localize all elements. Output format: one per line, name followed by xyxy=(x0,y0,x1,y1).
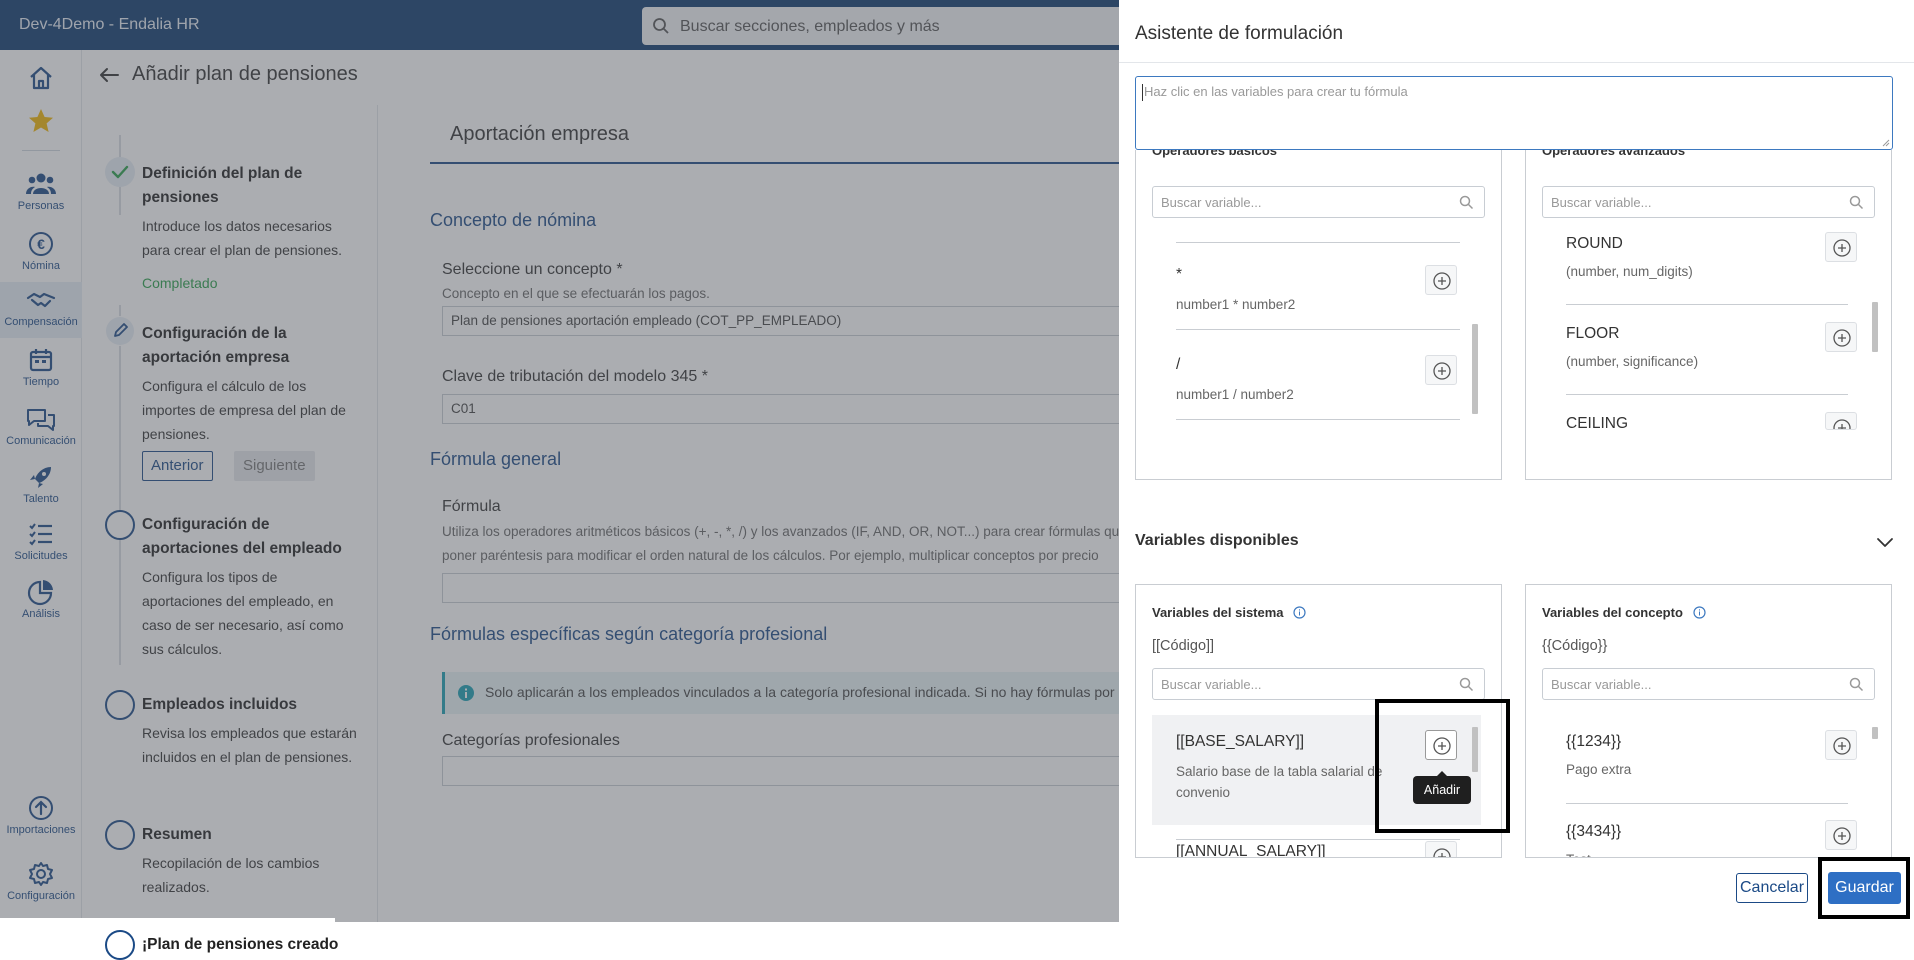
add-operator-button[interactable] xyxy=(1825,322,1857,352)
item-divider xyxy=(1176,419,1460,420)
scrollbar-thumb[interactable] xyxy=(1872,302,1878,352)
search-icon xyxy=(1459,677,1474,692)
chevron-down-icon[interactable] xyxy=(1875,532,1895,552)
variable-name: [[BASE_SALARY]] xyxy=(1176,733,1305,750)
item-divider xyxy=(1566,394,1848,395)
step-circle xyxy=(105,930,135,960)
formula-placeholder: Haz clic en las variables para crear tu … xyxy=(1144,84,1408,99)
bottom-edge xyxy=(0,918,335,922)
operator-desc: (number, significance) xyxy=(1566,354,1699,369)
advanced-operators-card: Operadores avanzados Buscar variable... … xyxy=(1525,150,1892,480)
search-icon xyxy=(1849,677,1864,692)
scrollbar[interactable] xyxy=(1472,236,1478,416)
search-placeholder: Buscar variable... xyxy=(1161,195,1262,210)
concept-variables-title-text: Variables del concepto xyxy=(1542,605,1683,620)
operator-name: ROUND xyxy=(1566,235,1623,252)
variable-name: {{1234}} xyxy=(1566,733,1622,750)
search-placeholder: Buscar variable... xyxy=(1551,195,1652,210)
variable-desc: Test xyxy=(1566,849,1786,857)
plus-circle-icon xyxy=(1833,827,1851,845)
operator-name: / xyxy=(1176,356,1181,373)
drawer-header-divider xyxy=(1119,62,1914,63)
item-divider xyxy=(1176,242,1460,243)
search-placeholder: Buscar variable... xyxy=(1551,677,1652,692)
search-placeholder: Buscar variable... xyxy=(1161,677,1262,692)
plus-circle-icon xyxy=(1833,737,1851,755)
concept-variables-search[interactable]: Buscar variable... xyxy=(1542,668,1875,700)
plus-circle-icon xyxy=(1833,419,1851,429)
add-operator-button[interactable] xyxy=(1425,355,1457,385)
scrollbar-thumb[interactable] xyxy=(1472,324,1478,414)
system-variables-title: Variables del sistema xyxy=(1152,605,1306,620)
operator-item[interactable]: CEILING xyxy=(1566,415,1854,431)
cancel-button[interactable]: Cancelar xyxy=(1736,873,1808,903)
scrollbar[interactable] xyxy=(1872,721,1878,851)
variable-item[interactable]: [[ANNUAL_SALARY]] xyxy=(1176,843,1464,858)
concept-variables-hint: {{Código}} xyxy=(1542,638,1608,654)
variable-item[interactable]: {{3434}} Test xyxy=(1566,823,1854,857)
variable-name: [[ANNUAL_SALARY]] xyxy=(1176,843,1326,858)
add-variable-button[interactable] xyxy=(1425,841,1457,857)
step-name: ¡Plan de pensiones creado xyxy=(142,936,339,953)
add-variable-button[interactable] xyxy=(1825,730,1857,760)
modal-backdrop[interactable] xyxy=(0,0,1120,922)
advanced-operators-title: Operadores avanzados xyxy=(1542,150,1686,158)
variable-desc: Salario base de la tabla salarial de con… xyxy=(1176,764,1383,800)
text-cursor xyxy=(1142,84,1143,101)
operator-name: FLOOR xyxy=(1566,325,1620,342)
formula-assistant-drawer: Asistente de formulación Haz clic en las… xyxy=(1119,0,1914,922)
system-variables-title-text: Variables del sistema xyxy=(1152,605,1284,620)
operator-desc: number1 / number2 xyxy=(1176,387,1294,402)
advanced-operators-search[interactable]: Buscar variable... xyxy=(1542,186,1875,218)
app-root: Dev-4Demo - Endalia HR Buscar secciones,… xyxy=(0,0,1914,960)
concept-variables-card: Variables del concepto {{Código}} Buscar… xyxy=(1525,584,1892,858)
available-variables-header[interactable]: Variables disponibles xyxy=(1135,532,1299,550)
info-icon[interactable] xyxy=(1692,606,1706,619)
save-button[interactable]: Guardar xyxy=(1828,872,1901,904)
basic-operators-card: Operadores básicos Buscar variable... * … xyxy=(1135,150,1502,480)
system-variables-search[interactable]: Buscar variable... xyxy=(1152,668,1485,700)
plus-circle-icon xyxy=(1833,329,1851,347)
variable-desc: Pago extra xyxy=(1566,762,1632,777)
add-variable-button[interactable] xyxy=(1825,820,1857,850)
concept-variables-title: Variables del concepto xyxy=(1542,605,1706,620)
search-icon xyxy=(1849,195,1864,210)
item-divider xyxy=(1566,304,1848,305)
system-variables-hint: [[Código]] xyxy=(1152,638,1215,654)
plus-circle-icon xyxy=(1833,239,1851,257)
add-operator-button[interactable] xyxy=(1825,232,1857,262)
resize-handle-icon[interactable] xyxy=(1882,139,1890,147)
drawer-title: Asistente de formulación xyxy=(1135,23,1344,44)
variable-name: {{3434}} xyxy=(1566,823,1622,840)
add-operator-button[interactable] xyxy=(1425,265,1457,295)
plus-circle-icon xyxy=(1433,362,1451,380)
item-divider xyxy=(1176,839,1460,840)
operator-desc: (number, num_digits) xyxy=(1566,264,1693,279)
basic-operators-search[interactable]: Buscar variable... xyxy=(1152,186,1485,218)
basic-operators-title: Operadores básicos xyxy=(1152,150,1277,158)
operator-desc: number1 * number2 xyxy=(1176,297,1296,312)
scrollbar[interactable] xyxy=(1872,236,1878,432)
item-divider xyxy=(1566,803,1848,804)
highlight-box-add-variable xyxy=(1375,699,1510,833)
search-icon xyxy=(1459,195,1474,210)
info-icon[interactable] xyxy=(1293,606,1306,619)
add-operator-button[interactable] xyxy=(1825,412,1857,430)
plus-circle-icon xyxy=(1433,848,1451,857)
scrollbar-thumb[interactable] xyxy=(1872,727,1878,739)
plus-circle-icon xyxy=(1433,272,1451,290)
operator-name: * xyxy=(1176,266,1183,283)
item-divider xyxy=(1176,329,1460,330)
formula-textarea[interactable]: Haz clic en las variables para crear tu … xyxy=(1135,76,1893,150)
operator-name: CEILING xyxy=(1566,415,1629,431)
